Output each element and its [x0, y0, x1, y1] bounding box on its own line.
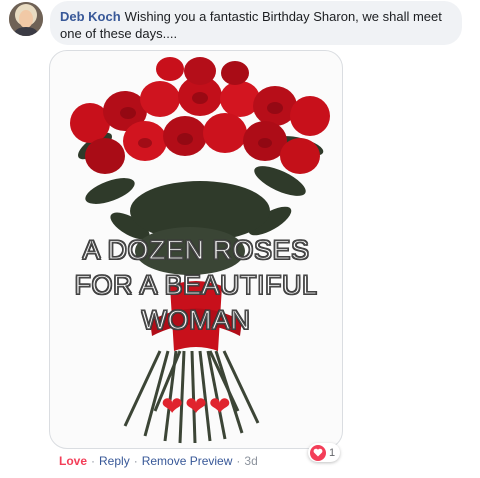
avatar[interactable]	[9, 2, 43, 36]
love-reaction-link[interactable]: Love	[59, 454, 87, 468]
separator: ·	[236, 454, 241, 468]
heart-icon	[310, 444, 326, 461]
reaction-summary[interactable]: 1	[308, 443, 341, 462]
gif-caption-line-3: WOMAN	[141, 304, 251, 335]
heart-icon: ❤	[185, 391, 207, 421]
separator: ·	[133, 454, 138, 468]
gif-caption-line-1: A DOZEN ROSES	[82, 234, 310, 265]
gif-preview[interactable]: A DOZEN ROSES FOR A BEAUTIFUL WOMAN ❤❤❤	[49, 50, 343, 449]
comment-actions: Love · Reply · Remove Preview · 3d	[59, 453, 258, 469]
reply-link[interactable]: Reply	[99, 454, 130, 468]
reaction-count: 1	[329, 446, 336, 459]
heart-icon: ❤	[161, 391, 184, 421]
gif-caption-line-2: FOR A BEAUTIFUL	[74, 269, 318, 300]
separator: ·	[91, 454, 96, 468]
gif-hearts: ❤❤❤	[50, 391, 342, 421]
timestamp[interactable]: 3d	[244, 454, 257, 468]
avatar-image	[9, 2, 43, 36]
comment-bubble: Deb Koch Wishing you a fantastic Birthday…	[50, 1, 462, 45]
remove-preview-link[interactable]: Remove Preview	[142, 454, 233, 468]
comment-author[interactable]: Deb Koch	[60, 9, 121, 24]
heart-icon: ❤	[208, 391, 231, 421]
